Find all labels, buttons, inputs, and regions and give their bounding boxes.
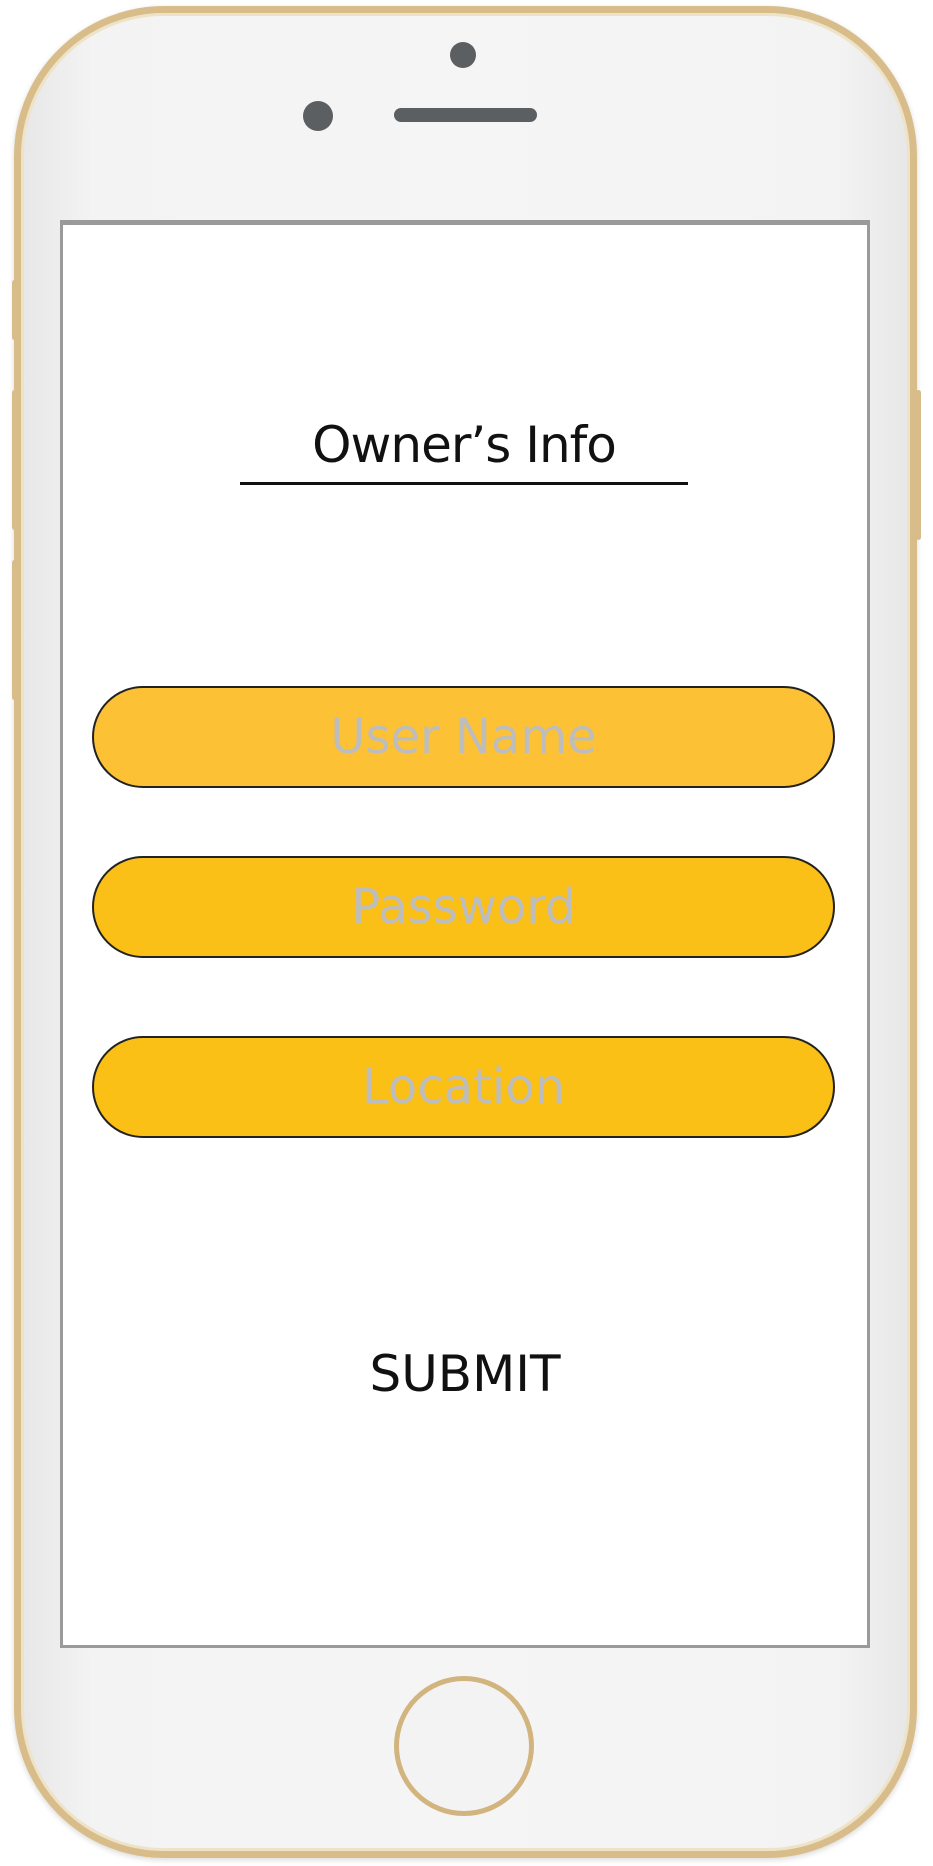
username-field[interactable]	[92, 686, 835, 788]
page-title: Owner’s Info	[312, 416, 617, 474]
side-button-mute	[12, 280, 17, 340]
submit-button[interactable]: SUBMIT	[330, 1335, 600, 1413]
home-button[interactable]	[394, 1676, 534, 1816]
sensor-icon	[303, 101, 333, 131]
front-camera-icon	[450, 42, 476, 68]
earpiece-speaker	[394, 108, 537, 122]
side-button-volume-up	[12, 390, 17, 530]
side-button-power	[916, 390, 921, 540]
password-input[interactable]	[128, 878, 799, 936]
password-field[interactable]	[92, 856, 835, 958]
side-button-volume-down	[12, 560, 17, 700]
location-field[interactable]	[92, 1036, 835, 1138]
title-underline	[240, 482, 688, 485]
username-input[interactable]	[128, 708, 799, 766]
location-input[interactable]	[128, 1058, 799, 1116]
